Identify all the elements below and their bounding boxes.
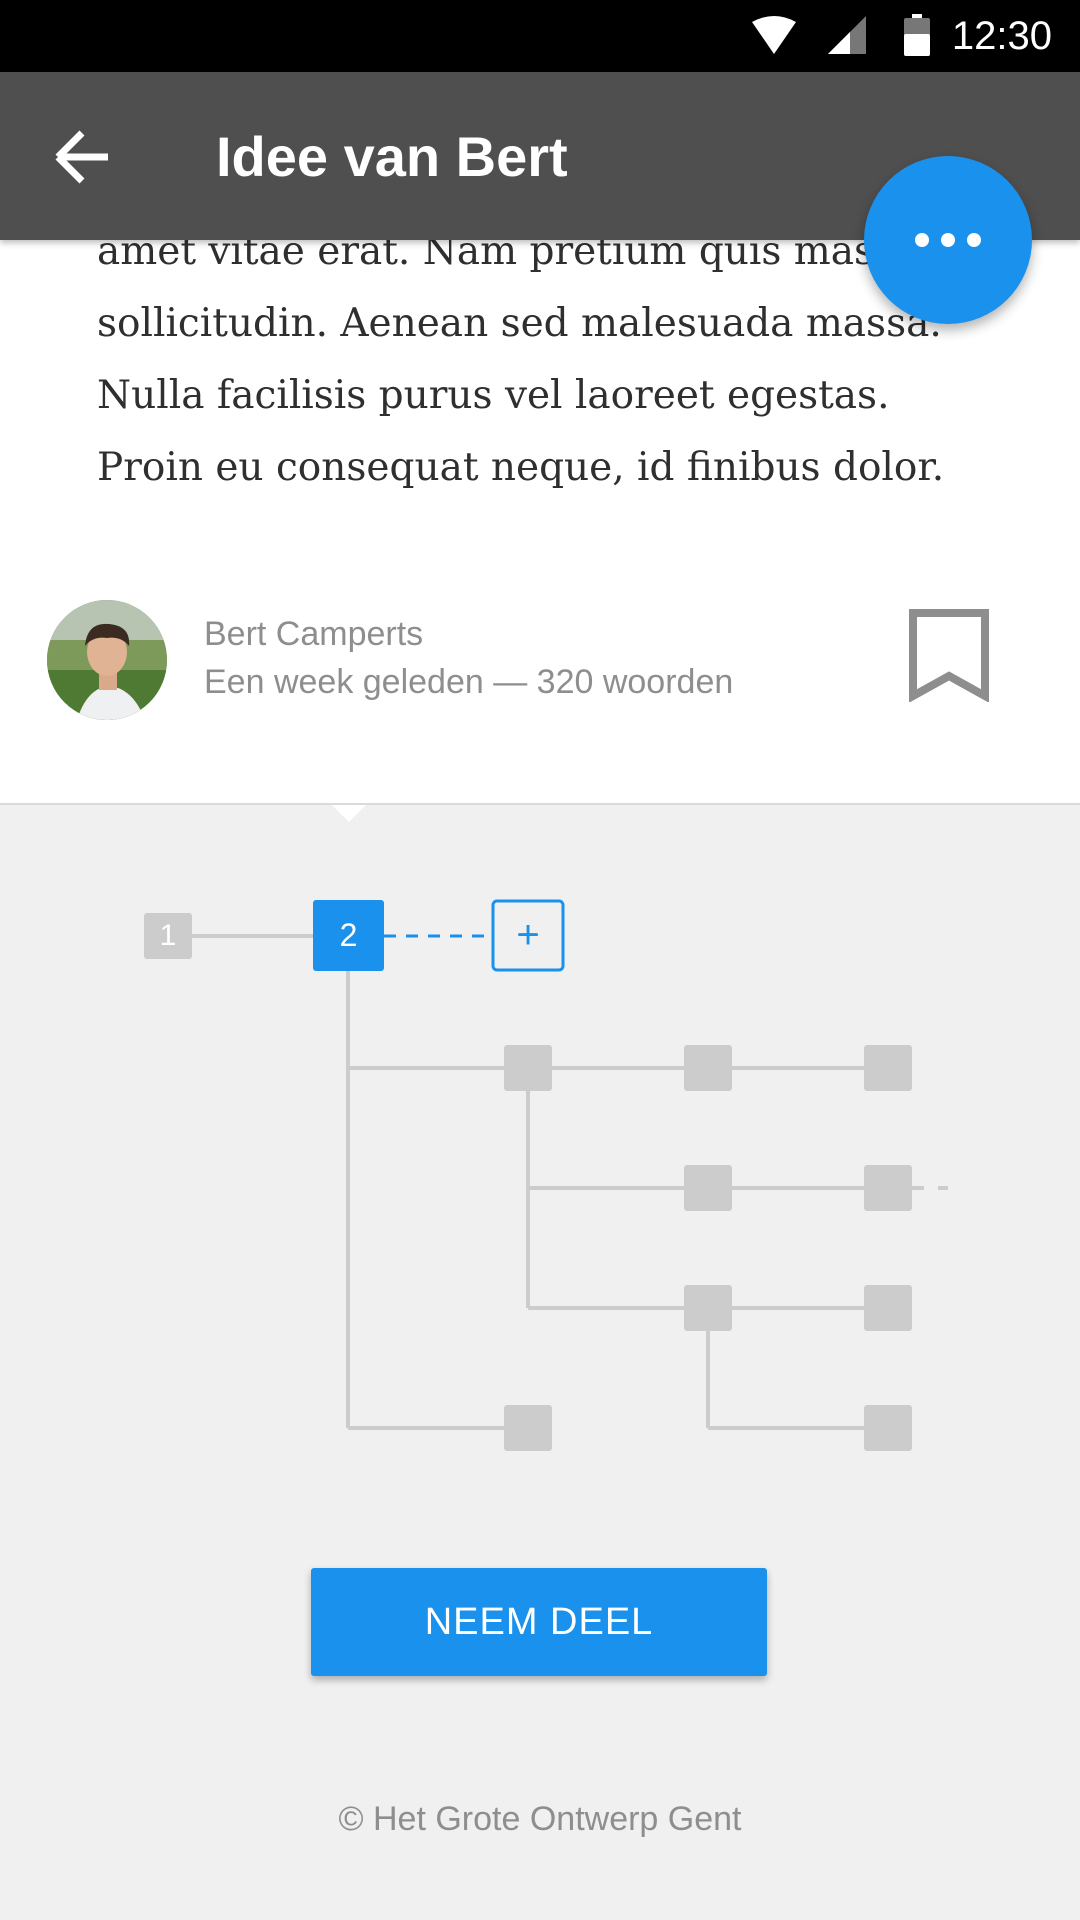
article-meta: Een week geleden — 320 woorden [204, 663, 734, 701]
card-notch [329, 802, 369, 822]
arrow-back-icon[interactable] [50, 122, 120, 192]
author-name: Bert Camperts [204, 615, 424, 653]
tree-node [504, 1045, 552, 1091]
bookmark-icon[interactable] [908, 608, 990, 702]
add-contribution-button[interactable]: + [493, 900, 563, 970]
join-button[interactable]: NEEM DEEL [311, 1568, 767, 1676]
footer-copyright: © Het Grote Ontwerp Gent [338, 1800, 742, 1838]
tree-node [864, 1285, 912, 1331]
tree-node [504, 1405, 552, 1451]
avatar[interactable] [47, 600, 167, 720]
tree-node [864, 1165, 912, 1211]
article-card: amet vitae erat. Nam pretium quis massa … [0, 229, 1080, 822]
page-title: Idee van Bert [216, 125, 568, 188]
tree-node-1-label[interactable]: 1 [144, 901, 192, 971]
card-divider [0, 803, 1080, 805]
more-horizontal-icon [909, 233, 987, 247]
tree-node [684, 1285, 732, 1331]
tree-node [864, 1045, 912, 1091]
tree-node [864, 1405, 912, 1451]
author-row: Bert Camperts Een week geleden — 320 woo… [0, 600, 1080, 730]
more-options-button[interactable] [864, 156, 1032, 324]
tree-node [684, 1165, 732, 1211]
tree-node-2-label[interactable]: 2 [313, 900, 384, 970]
article-body: amet vitae erat. Nam pretium quis massa … [97, 229, 945, 490]
tree-node [684, 1045, 732, 1091]
